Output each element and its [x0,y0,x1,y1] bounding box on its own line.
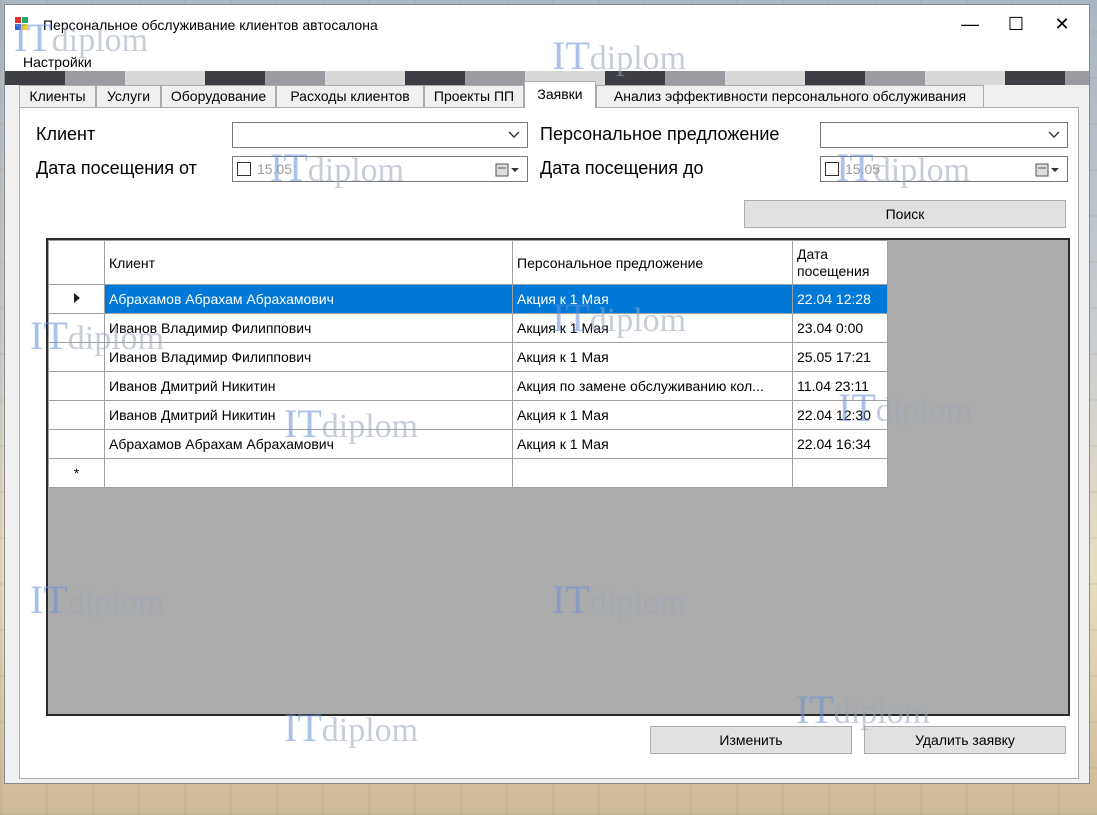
offer-combobox[interactable] [820,122,1068,148]
new-cell-visit-date[interactable] [792,458,888,488]
window-title: Персональное обслуживание клиентов автос… [43,17,378,33]
date-to-picker[interactable]: 15.05 [820,156,1068,182]
minimize-button[interactable]: — [947,5,993,43]
row-header[interactable] [48,429,105,459]
date-from-value: 15.05 [257,161,293,177]
cell-offer[interactable]: Акция к 1 Мая [512,284,793,314]
date-to-value: 15.05 [845,161,881,177]
row-header[interactable] [48,371,105,401]
table-row[interactable]: Иванов Дмитрий Никитин Акция по замене о… [48,371,888,401]
offer-label: Персональное предложение [540,124,780,144]
search-button[interactable]: Поиск [744,200,1066,228]
row-header[interactable] [48,400,105,430]
date-from-checkbox[interactable] [237,162,251,176]
calendar-dropdown-icon[interactable] [1035,162,1061,178]
delete-request-button[interactable]: Удалить заявку [864,726,1066,754]
cell-visit-date[interactable]: 23.04 0:00 [792,313,888,343]
requests-tab-page: Клиент Персональное предложение Дата пос… [19,107,1079,779]
client-combobox[interactable] [232,122,528,148]
cell-visit-date[interactable]: 25.05 17:21 [792,342,888,372]
tab-clients[interactable]: Клиенты [19,85,96,107]
cell-visit-date[interactable]: 22.04 12:30 [792,400,888,430]
column-header-visit-date[interactable]: Дата посещения [792,240,888,285]
date-from-picker[interactable]: 15.05 [232,156,528,182]
table-row[interactable]: Абрахамов Абрахам Абрахамович Акция к 1 … [48,284,888,314]
new-cell-client[interactable] [104,458,513,488]
row-header-corner [48,240,105,285]
chevron-down-icon [1048,131,1060,138]
table-row[interactable]: Иванов Владимир Филиппович Акция к 1 Мая… [48,342,888,372]
menu-bar: Настройки [5,43,1089,71]
date-from-label: Дата посещения от [36,158,197,178]
client-label: Клиент [36,124,96,144]
minimize-icon: — [961,13,979,34]
table-row[interactable]: Абрахамов Абрахам Абрахамович Акция к 1 … [48,429,888,459]
column-header-offer[interactable]: Персональное предложение [512,240,793,285]
main-window: Персональное обслуживание клиентов автос… [4,4,1090,784]
table-row[interactable]: Иванов Дмитрий Никитин Акция к 1 Мая 22.… [48,400,888,430]
cell-offer[interactable]: Акция к 1 Мая [512,429,793,459]
requests-datagrid[interactable]: Клиент Персональное предложение Дата пос… [46,238,1070,716]
row-header[interactable] [48,284,105,314]
edit-button[interactable]: Изменить [650,726,852,754]
table-row[interactable]: Иванов Владимир Филиппович Акция к 1 Мая… [48,313,888,343]
tab-client-expenses[interactable]: Расходы клиентов [276,85,424,107]
date-to-checkbox[interactable] [825,162,839,176]
maximize-icon: ☐ [1007,13,1025,34]
cell-client[interactable]: Иванов Дмитрий Никитин [104,371,513,401]
cell-client[interactable]: Иванов Владимир Филиппович [104,313,513,343]
menu-settings[interactable]: Настройки [23,54,92,70]
cell-visit-date[interactable]: 11.04 23:11 [792,371,888,401]
new-row[interactable]: * [48,458,888,488]
tab-efficiency-analysis[interactable]: Анализ эффективности персонального обслу… [596,85,984,107]
current-row-arrow-icon [73,293,80,303]
tab-pp-projects[interactable]: Проекты ПП [424,85,524,107]
chevron-down-icon [508,131,520,138]
calendar-dropdown-icon[interactable] [495,162,521,178]
new-row-marker: * [48,458,105,488]
cell-offer[interactable]: Акция к 1 Мая [512,400,793,430]
cell-offer[interactable]: Акция по замене обслуживанию кол... [512,371,793,401]
new-cell-offer[interactable] [512,458,793,488]
maximize-button[interactable]: ☐ [993,5,1039,43]
app-icon [15,17,29,31]
cell-client[interactable]: Иванов Дмитрий Никитин [104,400,513,430]
cell-client[interactable]: Иванов Владимир Филиппович [104,342,513,372]
close-icon: ✕ [1054,13,1070,34]
close-button[interactable]: ✕ [1039,5,1085,43]
title-bar[interactable]: Персональное обслуживание клиентов автос… [5,5,1089,43]
cell-client[interactable]: Абрахамов Абрахам Абрахамович [104,429,513,459]
header-row: Клиент Персональное предложение Дата пос… [48,240,888,285]
column-header-client[interactable]: Клиент [104,240,513,285]
tab-requests[interactable]: Заявки [524,81,596,108]
cell-visit-date[interactable]: 22.04 12:28 [792,284,888,314]
cell-offer[interactable]: Акция к 1 Мая [512,313,793,343]
cell-client[interactable]: Абрахамов Абрахам Абрахамович [104,284,513,314]
date-to-label: Дата посещения до [540,158,704,178]
tab-equipment[interactable]: Оборудование [161,85,276,107]
row-header[interactable] [48,313,105,343]
cell-offer[interactable]: Акция к 1 Мая [512,342,793,372]
requests-table: Клиент Персональное предложение Дата пос… [48,240,888,488]
row-header[interactable] [48,342,105,372]
cell-visit-date[interactable]: 22.04 16:34 [792,429,888,459]
tab-services[interactable]: Услуги [96,85,161,107]
